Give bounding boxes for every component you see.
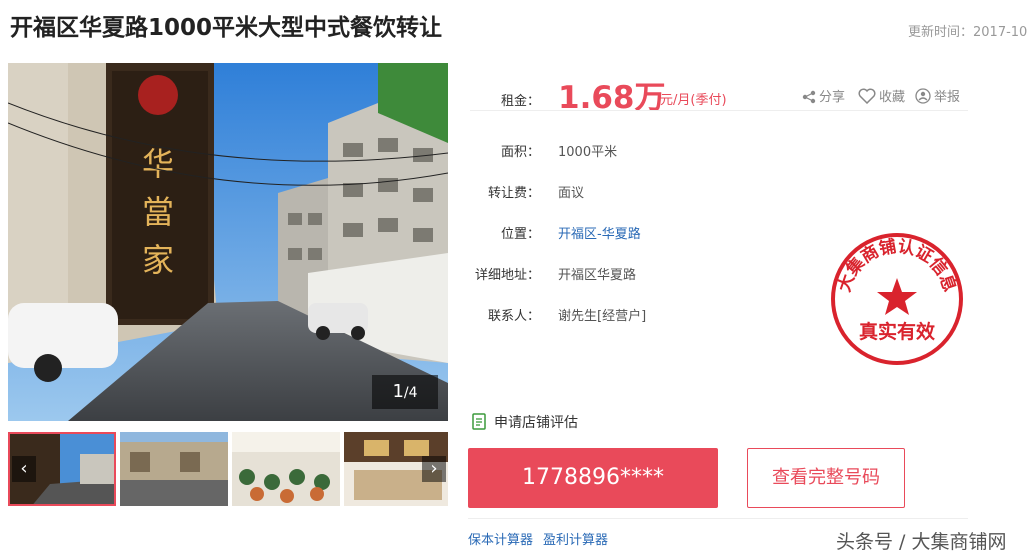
share-label: 分享: [819, 90, 846, 105]
certification-stamp-graphic: 大集商铺认证信息 真实有效: [831, 233, 963, 365]
photo-counter: 1/4: [372, 375, 438, 409]
calculator-divider: [468, 518, 968, 519]
photo-counter-current: 1: [392, 381, 404, 402]
view-full-number-button[interactable]: 查看完整号码: [747, 448, 905, 508]
svg-text:华: 华: [142, 145, 174, 183]
svg-text:當: 當: [142, 193, 174, 231]
thumbnail-2[interactable]: [120, 432, 228, 506]
document-icon: [472, 413, 486, 430]
rent-label: 租金：: [500, 94, 540, 109]
report-icon: [915, 88, 931, 104]
photo-counter-total: /4: [403, 385, 418, 401]
svg-text:家: 家: [142, 241, 174, 279]
source-watermark: 头条号 / 大集商铺网: [836, 531, 1007, 553]
transfer-fee-label: 转让费：: [487, 186, 540, 201]
address-label: 详细地址：: [474, 268, 540, 283]
report-button[interactable]: 举报: [915, 86, 960, 105]
share-icon: [802, 90, 816, 104]
transfer-fee-value: 面议: [558, 186, 585, 201]
location-label: 位置：: [500, 227, 540, 242]
report-label: 举报: [934, 90, 961, 105]
star-icon: [877, 278, 917, 315]
apply-evaluation-link[interactable]: 申请店铺评估: [472, 412, 578, 432]
page-title: 开福区华夏路1000平米大型中式餐饮转让: [10, 15, 443, 41]
area-label: 面积：: [500, 145, 540, 160]
contact-value: 谢先生[经营户]: [558, 309, 647, 324]
main-photo[interactable]: 华 當 家 1/4: [8, 63, 448, 421]
heart-icon: [858, 88, 876, 105]
contact-label: 联系人：: [487, 309, 540, 324]
bond-calculator-link[interactable]: 保本计算器: [468, 529, 533, 548]
address-value: 开福区华夏路: [558, 268, 637, 283]
street-photo-image: 华 當 家: [8, 63, 448, 421]
stamp-center-text: 真实有效: [859, 320, 935, 343]
price-divider: [470, 110, 968, 111]
update-time: 更新时间：2017-10: [908, 25, 1028, 40]
thumbnail-3-image: [232, 432, 340, 506]
certification-stamp: 大集商铺认证信息 真实有效: [828, 230, 966, 368]
thumbnail-2-image: [120, 432, 228, 506]
thumbnail-next-icon[interactable]: ›: [422, 456, 446, 482]
thumbnail-prev-icon[interactable]: ‹: [12, 456, 36, 482]
phone-number-display[interactable]: 1778896****: [468, 448, 718, 508]
profit-calculator-link[interactable]: 盈利计算器: [543, 529, 608, 548]
favorite-button[interactable]: 收藏: [858, 86, 905, 105]
rent-unit: 元/月(季付): [660, 93, 727, 108]
apply-evaluation-label: 申请店铺评估: [494, 415, 578, 431]
area-value: 1000平米: [558, 145, 618, 160]
location-link[interactable]: 开福区-华夏路: [558, 223, 641, 242]
thumbnail-strip: ‹ ›: [8, 432, 448, 506]
favorite-label: 收藏: [879, 90, 906, 105]
share-button[interactable]: 分享: [802, 86, 845, 105]
thumbnail-3[interactable]: [232, 432, 340, 506]
